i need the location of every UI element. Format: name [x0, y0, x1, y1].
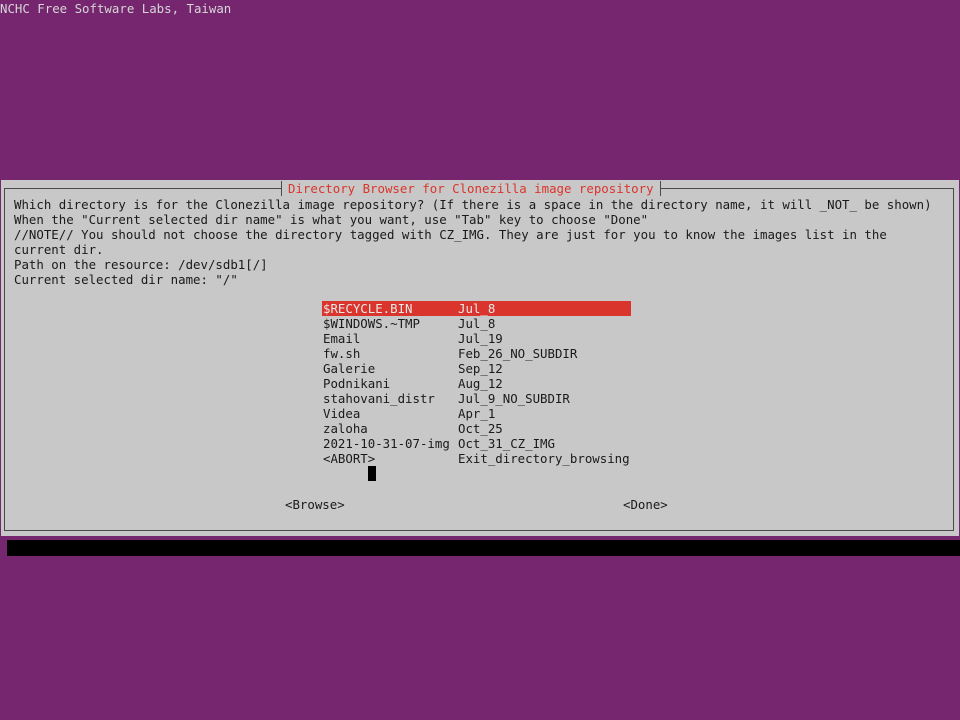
menu-item-podnikani[interactable]: Podnikani Aug_12 — [322, 376, 631, 391]
browse-button[interactable]: <Browse> — [285, 497, 345, 512]
current-selected-dir: Current selected dir name: "/" — [14, 272, 238, 287]
prompt-line-3: //NOTE// You should not choose the direc… — [14, 227, 887, 242]
menu-item-date: Oct_25 — [458, 421, 503, 436]
menu-item-tag: $WINDOWS.~TMP — [323, 316, 420, 331]
menu-item-date: Apr_1 — [458, 406, 496, 421]
prompt-line-2: When the "Current selected dir name" is … — [14, 212, 649, 227]
menu-item-tag: zaloha — [323, 421, 368, 436]
menu-item-abort[interactable]: <ABORT> Exit_directory_browsing — [322, 451, 631, 466]
directory-browser-dialog: Directory Browser for Clonezilla image r… — [1, 180, 959, 536]
menu-item-recycle-bin[interactable]: $RECYCLE.BIN Jul_8 — [322, 301, 631, 316]
menu-item-tag: Galerie — [323, 361, 376, 376]
menu-item-tag: 2021-10-31-07-img — [323, 436, 450, 451]
done-button[interactable]: <Done> — [623, 497, 668, 512]
menu-item-videa[interactable]: Videa Apr_1 — [322, 406, 631, 421]
menu-item-tag: Podnikani — [323, 376, 391, 391]
menu-item-stahovani-distr[interactable]: stahovani_distr Jul_9_NO_SUBDIR — [322, 391, 631, 406]
menu-item-description: Exit_directory_browsing — [458, 451, 630, 466]
backtitle: NCHC Free Software Labs, Taiwan — [0, 1, 232, 16]
prompt-line-4: current dir. — [14, 242, 104, 257]
prompt-line-1: Which directory is for the Clonezilla im… — [14, 197, 932, 212]
menu-item-tag: $RECYCLE.BIN — [323, 301, 413, 316]
resource-path: Path on the resource: /dev/sdb1[/] — [14, 257, 268, 272]
menu-item-date: Aug_12 — [458, 376, 503, 391]
dialog-title: Directory Browser for Clonezilla image r… — [281, 181, 661, 196]
menu-item-date: Feb_26_NO_SUBDIR — [458, 346, 578, 361]
text-cursor — [368, 466, 376, 481]
dialog-shadow — [7, 540, 960, 556]
menu-item-fw-sh[interactable]: fw.sh Feb_26_NO_SUBDIR — [322, 346, 631, 361]
menu-item-tag: <ABORT> — [323, 451, 376, 466]
menu-item-tag: fw.sh — [323, 346, 361, 361]
menu-item-tag: Videa — [323, 406, 361, 421]
menu-item-galerie[interactable]: Galerie Sep_12 — [322, 361, 631, 376]
menu-item-email[interactable]: Email Jul_19 — [322, 331, 631, 346]
menu-item-date: Jul_19 — [458, 331, 503, 346]
menu-item-windows-tmp[interactable]: $WINDOWS.~TMP Jul_8 — [322, 316, 631, 331]
menu-item-tag: stahovani_distr — [323, 391, 435, 406]
menu-item-clonezilla-image[interactable]: 2021-10-31-07-img Oct_31_CZ_IMG — [322, 436, 631, 451]
menu-item-zaloha[interactable]: zaloha Oct_25 — [322, 421, 631, 436]
menu-item-date: Jul_8 — [458, 316, 496, 331]
menu-item-date: Jul_9_NO_SUBDIR — [458, 391, 570, 406]
menu-item-date: Oct_31_CZ_IMG — [458, 436, 555, 451]
menu-item-date: Sep_12 — [458, 361, 503, 376]
menu-item-date: Jul_8 — [458, 301, 496, 316]
menu-item-tag: Email — [323, 331, 361, 346]
